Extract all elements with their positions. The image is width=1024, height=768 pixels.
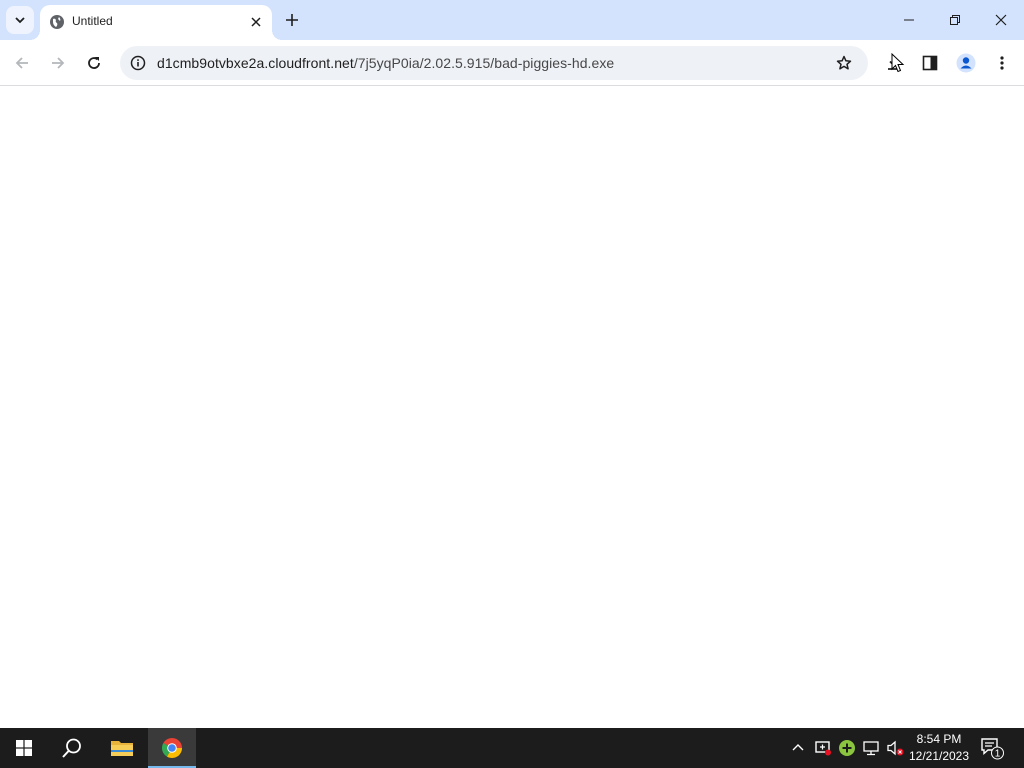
url-path: /7j5yqP0ia/2.02.5.915/bad-piggies-hd.exe <box>353 55 615 71</box>
tray-app-icon[interactable] <box>813 738 833 758</box>
volume-muted-icon <box>887 740 904 756</box>
profile-button[interactable] <box>950 47 982 79</box>
info-icon <box>130 55 146 71</box>
menu-button[interactable] <box>986 47 1018 79</box>
forward-arrow-icon <box>52 57 65 69</box>
folder-icon <box>111 741 133 756</box>
network-icon <box>863 741 879 756</box>
taskbar: 8:54 PM 12/21/2023 1 <box>0 728 1024 768</box>
tab-active[interactable]: Untitled <box>30 5 282 40</box>
chevron-down-icon <box>15 17 25 24</box>
close-window-button[interactable] <box>978 0 1024 40</box>
star-icon <box>836 55 852 70</box>
notification-count: 1 <box>995 749 1001 760</box>
chrome-taskbar-button[interactable] <box>148 728 196 768</box>
back-button[interactable] <box>6 47 38 79</box>
action-center-button[interactable]: 1 <box>980 736 1004 760</box>
clock[interactable]: 8:54 PM 12/21/2023 <box>904 731 974 765</box>
tab-title: Untitled <box>72 14 113 28</box>
tab-strip: Untitled <box>0 0 1024 40</box>
notification-icon: 1 <box>981 738 1004 760</box>
globe-icon <box>50 15 64 29</box>
monitor-alert-icon <box>815 741 831 756</box>
plus-icon <box>286 14 298 26</box>
file-explorer-button[interactable] <box>98 728 146 768</box>
network-button[interactable] <box>861 738 881 758</box>
mouse-cursor-icon <box>891 53 905 73</box>
browser-toolbar: d1cmb9otvbxe2a.cloudfront.net/7j5yqP0ia/… <box>0 40 1024 86</box>
tray-update-icon[interactable] <box>837 738 857 758</box>
taskbar-search-button[interactable] <box>48 728 96 768</box>
minimize-button[interactable] <box>886 0 932 40</box>
reload-button[interactable] <box>78 47 110 79</box>
side-panel-button[interactable] <box>914 47 946 79</box>
page-content <box>0 87 1024 728</box>
tab-close-button[interactable] <box>246 12 266 32</box>
search-icon <box>62 738 81 758</box>
avatar-icon <box>956 53 976 73</box>
close-icon <box>995 14 1007 26</box>
back-arrow-icon <box>15 57 28 69</box>
forward-button[interactable] <box>42 47 74 79</box>
chevron-up-icon <box>792 744 804 751</box>
minimize-icon <box>904 19 914 21</box>
volume-button[interactable] <box>885 738 905 758</box>
reload-icon <box>88 57 100 69</box>
clock-time: 8:54 PM <box>916 732 962 746</box>
address-bar[interactable]: d1cmb9otvbxe2a.cloudfront.net/7j5yqP0ia/… <box>120 46 868 80</box>
close-icon <box>251 17 261 27</box>
site-info-button[interactable] <box>128 53 148 73</box>
clock-date: 12/21/2023 <box>908 749 970 763</box>
windows-logo-icon <box>16 740 32 756</box>
restore-button[interactable] <box>932 0 978 40</box>
side-panel-icon <box>922 55 938 71</box>
more-vert-icon <box>1000 56 1004 70</box>
url-domain: d1cmb9otvbxe2a.cloudfront.net <box>157 55 354 71</box>
chrome-icon <box>162 738 182 758</box>
url-text[interactable]: d1cmb9otvbxe2a.cloudfront.net/7j5yqP0ia/… <box>157 55 614 71</box>
new-tab-button[interactable] <box>280 8 304 32</box>
bookmark-button[interactable] <box>832 51 856 75</box>
restore-icon <box>950 15 960 25</box>
start-button[interactable] <box>0 728 48 768</box>
show-hidden-icons-button[interactable] <box>788 738 808 758</box>
plus-circle-icon <box>839 740 855 756</box>
